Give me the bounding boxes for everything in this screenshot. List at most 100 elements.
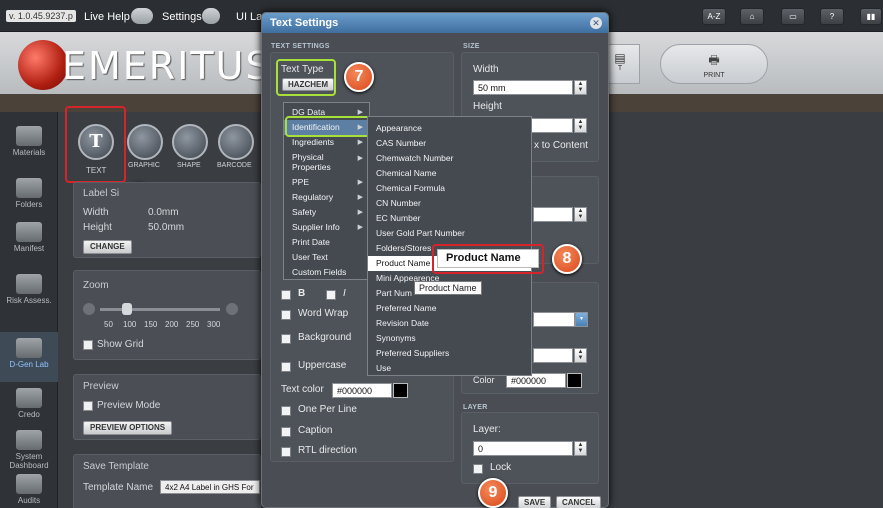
zoom-slider-track[interactable] xyxy=(100,308,220,311)
menu-item-safety[interactable]: Safety ▶ xyxy=(284,205,369,220)
submenu-item-revision-date[interactable]: Revision Date xyxy=(368,316,531,331)
label-width-label: Width xyxy=(83,207,109,218)
sidebar-item-dgen-lab[interactable]: D-Gen Lab xyxy=(0,332,58,382)
chevron-right-icon: ▶ xyxy=(357,139,363,146)
sidebar-item-label: Audits xyxy=(17,496,41,505)
help-icon[interactable]: ? xyxy=(820,8,844,25)
shape-tool-button[interactable] xyxy=(172,124,208,160)
layer-spinner[interactable]: ▲ ▼ xyxy=(574,441,587,456)
book-icon xyxy=(16,222,42,242)
shape-tool-label: SHAPE xyxy=(177,162,201,169)
product-name-popup: Product Name xyxy=(437,249,539,268)
submenu-item-preferred-name[interactable]: Preferred Name xyxy=(368,301,531,316)
padding-input[interactable] xyxy=(533,348,573,363)
menu-item-ingredients[interactable]: Ingredients ▶ xyxy=(284,135,369,150)
padding-spinner[interactable]: ▲ ▼ xyxy=(574,348,587,363)
background-label: Background xyxy=(298,332,352,343)
uppercase-checkbox[interactable] xyxy=(281,362,291,372)
font-size-spinner[interactable]: ▲ ▼ xyxy=(574,207,587,222)
menu-item-physical-properties[interactable]: Physical Properties ▶ xyxy=(284,150,369,174)
show-grid-checkbox[interactable] xyxy=(83,340,93,350)
sidebar-item-label: Folders xyxy=(15,200,43,209)
submenu-item-cn-number[interactable]: CN Number xyxy=(368,196,531,211)
submenu-item-cas-number[interactable]: CAS Number xyxy=(368,136,531,151)
message-icon[interactable]: ▭ xyxy=(781,8,805,25)
submenu-item-ec-number[interactable]: EC Number xyxy=(368,211,531,226)
rtl-checkbox[interactable] xyxy=(281,447,291,457)
book-icon[interactable]: ▮▮ xyxy=(860,8,882,25)
gear-icon[interactable] xyxy=(202,8,220,24)
zoom-slider-handle[interactable] xyxy=(122,303,132,315)
dialog-title: Text Settings xyxy=(270,17,339,29)
change-size-button[interactable]: CHANGE xyxy=(83,240,132,254)
bg-color-swatch[interactable] xyxy=(567,373,582,388)
submenu-item-use[interactable]: Use xyxy=(368,361,531,376)
lock-checkbox[interactable] xyxy=(473,464,483,474)
font-size-input[interactable] xyxy=(533,207,573,222)
submenu-item-appearance[interactable]: Appearance xyxy=(368,121,531,136)
size-width-input[interactable]: 50 mm xyxy=(473,80,573,95)
menu-item-label: Custom Fields xyxy=(292,267,347,277)
callout-8: 8 xyxy=(552,244,582,274)
brand-logo: EMERITUS xyxy=(62,44,272,88)
submenu-item-synonyms[interactable]: Synonyms xyxy=(368,331,531,346)
sidebar-item-folders[interactable]: Folders xyxy=(0,172,58,222)
submenu-item-chemwatch-number[interactable]: Chemwatch Number xyxy=(368,151,531,166)
save-template-title: Save Template xyxy=(83,461,149,472)
bank-icon[interactable]: ⌂ xyxy=(740,8,764,25)
submenu-item-preferred-suppliers[interactable]: Preferred Suppliers xyxy=(368,346,531,361)
text-settings-header: TEXT SETTINGS xyxy=(271,43,330,50)
barcode-tool-button[interactable] xyxy=(218,124,254,160)
caption-checkbox[interactable] xyxy=(281,427,291,437)
sidebar-item-risk-assess[interactable]: Risk Assess. xyxy=(0,268,58,326)
submenu-item-chemical-name[interactable]: Chemical Name xyxy=(368,166,531,181)
sidebar-item-audits[interactable]: Audits xyxy=(0,468,58,508)
chevron-down-icon[interactable]: ▾ xyxy=(575,312,588,327)
one-per-line-checkbox[interactable] xyxy=(281,406,291,416)
print-button[interactable]: 🖶 PRINT xyxy=(660,44,768,84)
layer-input[interactable]: 0 xyxy=(473,441,573,456)
graphic-tool-button[interactable] xyxy=(127,124,163,160)
cancel-button[interactable]: CANCEL xyxy=(556,496,602,508)
rtl-label: RTL direction xyxy=(298,445,357,456)
close-icon[interactable]: ✕ xyxy=(590,17,602,29)
preview-options-button[interactable]: PREVIEW OPTIONS xyxy=(83,421,173,435)
sidebar-item-label: Credo xyxy=(18,410,40,419)
sidebar-item-label: Materials xyxy=(12,148,46,157)
zoom-title: Zoom xyxy=(83,280,109,291)
export-label: T xyxy=(617,65,623,72)
sidebar-item-manifest[interactable]: Manifest xyxy=(0,216,58,266)
background-checkbox[interactable] xyxy=(281,334,291,344)
text-color-swatch[interactable] xyxy=(393,383,408,398)
sidebar-item-materials[interactable]: Materials xyxy=(0,120,58,170)
chat-icon[interactable] xyxy=(131,8,153,24)
ui-language-link[interactable]: UI La xyxy=(236,11,262,23)
menu-item-supplier-info[interactable]: Supplier Info ▶ xyxy=(284,220,369,235)
az-button[interactable]: A-Z xyxy=(702,8,726,25)
menu-item-ppe[interactable]: PPE ▶ xyxy=(284,175,369,190)
zoom-in-icon[interactable] xyxy=(226,303,238,315)
menu-item-label: Ingredients xyxy=(292,137,335,147)
menu-item-regulatory[interactable]: Regulatory ▶ xyxy=(284,190,369,205)
live-help-link[interactable]: Live Help xyxy=(84,11,130,23)
text-color-input[interactable]: #000000 xyxy=(332,383,392,398)
align-select[interactable] xyxy=(533,312,575,327)
show-grid-label: Show Grid xyxy=(97,339,144,350)
submenu-item-user-gold-part-number[interactable]: User Gold Part Number xyxy=(368,226,531,241)
italic-checkbox[interactable] xyxy=(326,290,336,300)
template-name-input[interactable]: 4x2 A4 Label in GHS For xyxy=(160,480,260,494)
word-wrap-checkbox[interactable] xyxy=(281,310,291,320)
submenu-item-chemical-formula[interactable]: Chemical Formula xyxy=(368,181,531,196)
bold-checkbox[interactable] xyxy=(281,290,291,300)
save-button[interactable]: SAVE xyxy=(518,496,552,508)
preview-mode-checkbox[interactable] xyxy=(83,401,93,411)
graphic-tool-label: GRAPHIC xyxy=(128,162,160,169)
menu-item-print-date[interactable]: Print Date xyxy=(284,235,369,250)
width-spinner[interactable]: ▲ ▼ xyxy=(574,80,587,95)
sidebar-item-system-dashboard[interactable]: System Dashboard xyxy=(0,424,58,470)
zoom-out-icon[interactable] xyxy=(83,303,95,315)
menu-item-custom-fields[interactable]: Custom Fields xyxy=(284,265,369,280)
menu-item-user-text[interactable]: User Text xyxy=(284,250,369,265)
settings-link[interactable]: Settings xyxy=(162,11,202,23)
height-spinner[interactable]: ▲ ▼ xyxy=(574,118,587,133)
